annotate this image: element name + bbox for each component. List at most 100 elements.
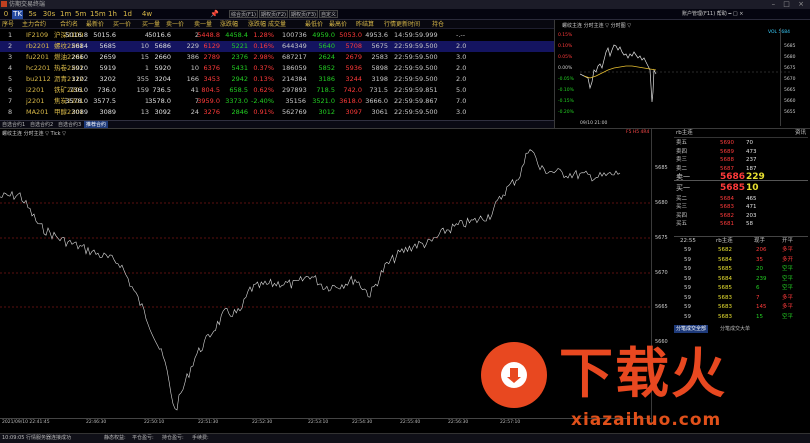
quote-cell: 3578.0 [148, 97, 171, 105]
column-header[interactable]: 合约名 [60, 20, 78, 29]
trade-row[interactable]: 59 5683 7 多平 [674, 294, 808, 304]
quote-row[interactable]: 2 rb2201 螺纹2201 5684 5685 10 5686 229 6129 5221 0.… [0, 41, 554, 52]
ask-level[interactable]: 卖一 5686 229 [674, 173, 808, 182]
timeframe-button[interactable]: 5m [75, 10, 86, 19]
column-header[interactable]: 最新价 [86, 20, 104, 29]
quote-cell: 687217 [282, 53, 307, 61]
column-header[interactable]: 涨跌幅 [220, 20, 238, 29]
timeframe-button[interactable]: 0 [2, 10, 10, 19]
bid-level[interactable]: 买三 5683 471 [674, 203, 808, 211]
title-bar: 仿期交易终端 – □ × [0, 0, 810, 9]
trade-cell: 59 [684, 256, 691, 263]
window-controls[interactable]: – □ × [772, 0, 807, 9]
quote-cell: 3453 [203, 75, 220, 83]
quote-row[interactable]: 5 bu2112 沥青2112 3202 3202 355 3204 166 3453 2942 0… [0, 74, 554, 85]
ask-label: 卖四 [676, 148, 688, 155]
divider [554, 20, 555, 128]
trade-row[interactable]: 59 5685 6 空平 [674, 284, 808, 294]
page-button-overview[interactable]: 综合页(F1) [229, 10, 258, 18]
mini-chart-header[interactable]: 螺纹主连 分时主连 ▽ 分时图 ▽ [562, 22, 631, 29]
status-bar: 10:09:05 行情服务器连接成功 静态权益: 平仓盈亏: 持仓盈亏: 手续费… [0, 433, 810, 443]
trade-row[interactable]: 59 5684 35 多开 [674, 256, 808, 266]
quote-cell: 5898 [371, 64, 388, 72]
quote-row[interactable]: 1 IF2109 沪深2109 5016.8 5015.6 4 5016.6 2 5448.8 4… [0, 30, 554, 41]
trade-row[interactable]: 59 5684 239 空平 [674, 275, 808, 285]
quote-cell: 562769 [282, 108, 307, 116]
tab-big-trades[interactable]: 分笔成交大单 [718, 325, 752, 333]
page-button-options2[interactable]: 期权页(F3) [289, 10, 318, 18]
timeframe-button[interactable]: 1h [107, 10, 118, 19]
column-header[interactable]: 主力合约 [22, 20, 46, 29]
column-header[interactable]: 最低价 [305, 20, 323, 29]
ask-volume: 473 [746, 148, 757, 155]
page-button-custom[interactable]: 自定义 [319, 10, 339, 18]
quote-cell: 3202 [99, 75, 116, 83]
quote-cell: 8 [8, 108, 13, 116]
quote-cell: 2.98% [253, 53, 274, 61]
ask-level[interactable]: 卖四 5689 473 [674, 148, 808, 156]
column-header[interactable]: 最高价 [329, 20, 347, 29]
watermark: 下载火 xiazaihuo.com [475, 338, 810, 433]
quote-cell: 3012 [318, 108, 335, 116]
x-axis-tick-label: 22:54:30 [352, 420, 373, 425]
quote-row[interactable]: 8 MA201 甲醇2201 3089 3089 13 3092 24 3276 2846 0.91… [0, 107, 554, 118]
timeframe-button[interactable]: TK [12, 10, 23, 19]
column-header[interactable]: 买一价 [113, 20, 131, 29]
quote-cell: 5686 [154, 42, 171, 50]
x-axis-tick-label: 22:46:30 [86, 420, 107, 425]
bid-level[interactable]: 买五 5681 58 [674, 220, 808, 228]
quote-cell: MA201 [26, 108, 49, 116]
timeframe-button[interactable]: 15m [90, 10, 106, 19]
column-header[interactable]: 卖一量 [194, 20, 212, 29]
mini-chart-time: 09/10 21:00 [580, 121, 608, 126]
quote-row[interactable]: 4 hc2201 热卷2201 5920 5919 1 5920 10 6376 5431 0.37… [0, 63, 554, 74]
column-header[interactable]: 卖一价 [166, 20, 184, 29]
quote-cell: j2201 [26, 97, 45, 105]
tab-all-trades[interactable]: 分笔成交全部 [674, 325, 709, 333]
account-menu[interactable]: 账户管理(F11) 帮助 ━ □ × [682, 10, 743, 19]
trade-row[interactable]: 59 5682 206 多平 [674, 246, 808, 256]
info-tab[interactable]: 资讯 [795, 129, 806, 138]
quote-cell: 3521.0 [312, 97, 335, 105]
trade-row[interactable]: 59 5683 15 空平 [674, 313, 808, 323]
ask-level[interactable]: 卖五 5690 70 [674, 139, 808, 147]
quote-cell: 736.0 [97, 86, 116, 94]
pin-icon[interactable]: 📌 [210, 10, 219, 18]
quote-row[interactable]: 6 i2201 铁矿2201 736.0 736.0 159 736.5 41 804.5 658… [0, 85, 554, 96]
timeframe-button[interactable]: 1m [60, 10, 71, 19]
y-axis-tick-label: 5665 [655, 304, 668, 310]
quote-row[interactable]: 7 j2201 焦炭2201 3578.0 3577.5 1 3578.0 7 3959.0 33… [0, 96, 554, 107]
y-axis-tick-label: 5670 [655, 270, 668, 276]
quote-cell: 3 [8, 53, 13, 61]
column-header[interactable]: 持仓 [432, 20, 444, 29]
mini-intraday-chart[interactable] [580, 30, 790, 120]
trade-row[interactable]: 59 5685 20 空平 [674, 265, 808, 275]
column-header[interactable]: 序号 [2, 20, 14, 29]
quote-cell: 3097 [345, 108, 362, 116]
timeframe-button[interactable]: 4w [140, 10, 154, 19]
timeframe-button[interactable]: 1d [122, 10, 133, 19]
column-header[interactable]: 买一量 [142, 20, 160, 29]
bid-level[interactable]: 买一 5685 10 [674, 184, 808, 193]
column-header[interactable]: 涨跌幅 [248, 20, 266, 29]
bid-level[interactable]: 买四 5682 203 [674, 212, 808, 220]
connection-status: 10:09:05 行情服务器连接成功 [2, 435, 72, 441]
column-header[interactable]: 行情更新时间 [384, 20, 420, 29]
quote-cell: 3276 [203, 108, 220, 116]
quote-cell: 159 [136, 86, 149, 94]
quote-cell: 3577.5 [93, 97, 116, 105]
quote-cell: 3092 [154, 108, 171, 116]
quote-cell: 2789 [203, 53, 220, 61]
column-header[interactable]: 昨结算 [356, 20, 374, 29]
timeframe-button[interactable]: 30s [42, 10, 56, 19]
trade-row[interactable]: 59 5683 145 多平 [674, 303, 808, 313]
ask-level[interactable]: 卖三 5688 237 [674, 156, 808, 164]
bid-label: 买二 [676, 195, 688, 202]
window-title: 仿期交易终端 [9, 1, 46, 8]
column-header[interactable]: 成交量 [268, 20, 286, 29]
quote-row[interactable]: 3 fu2201 燃油2201 2660 2659 15 2660 386 2789 2376 2.… [0, 52, 554, 63]
page-button-options1[interactable]: 期权页(F2) [259, 10, 288, 18]
bid-level[interactable]: 买二 5684 465 [674, 195, 808, 203]
timeframe-button[interactable]: 5s [27, 10, 38, 19]
quote-cell: 3666.0 [365, 97, 388, 105]
